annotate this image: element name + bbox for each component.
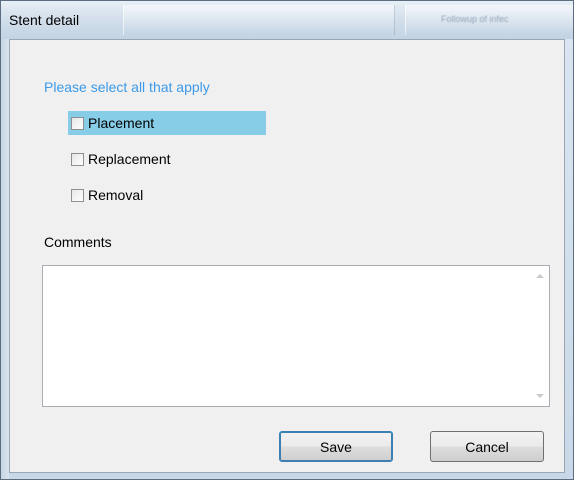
dialog-window: Stent detail Followup of infec Please se…: [0, 0, 574, 480]
cancel-button[interactable]: Cancel: [430, 431, 544, 462]
removal-label: Removal: [88, 187, 144, 203]
comments-scrollbar[interactable]: [532, 266, 549, 406]
option-replacement[interactable]: Replacement: [68, 147, 171, 171]
comments-textarea[interactable]: [42, 265, 550, 407]
background-window-tab: [123, 5, 395, 35]
scroll-up-arrow-icon[interactable]: [536, 274, 544, 278]
placement-checkbox[interactable]: [71, 116, 84, 130]
dialog-client-area: Please select all that apply Placement R…: [9, 39, 565, 473]
option-removal[interactable]: Removal: [68, 183, 143, 207]
background-window-title: Followup of infec: [441, 14, 509, 24]
scroll-down-arrow-icon[interactable]: [536, 394, 544, 398]
title-bar[interactable]: Stent detail Followup of infec: [1, 1, 573, 39]
removal-checkbox[interactable]: [71, 188, 84, 202]
comments-label: Comments: [44, 234, 112, 250]
replacement-checkbox[interactable]: [71, 152, 84, 166]
select-prompt: Please select all that apply: [44, 79, 210, 95]
window-frame-edge: [1, 39, 9, 479]
option-placement[interactable]: Placement: [68, 111, 266, 135]
window-title: Stent detail: [9, 12, 80, 28]
placement-label: Placement: [88, 115, 155, 131]
replacement-label: Replacement: [88, 151, 171, 167]
save-button[interactable]: Save: [279, 431, 393, 462]
